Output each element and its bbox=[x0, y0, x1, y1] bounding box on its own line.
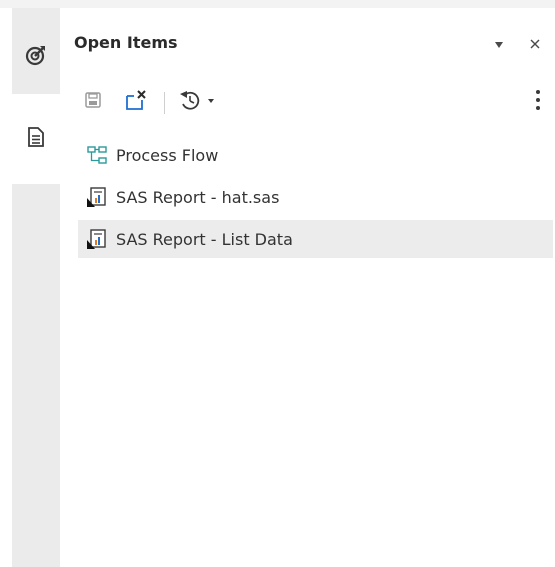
save-button[interactable] bbox=[80, 88, 106, 116]
close-icon bbox=[530, 34, 540, 53]
list-item-sas-report-hat[interactable]: SAS Report - hat.sas bbox=[78, 178, 553, 216]
close-all-button[interactable] bbox=[120, 88, 154, 116]
list-item-label: SAS Report - List Data bbox=[116, 229, 293, 249]
target-arrow-icon bbox=[24, 43, 48, 71]
history-icon bbox=[178, 89, 222, 115]
list-item-sas-report-list-data[interactable]: SAS Report - List Data bbox=[78, 220, 553, 258]
rail-tab-open-items[interactable] bbox=[12, 94, 60, 184]
panel-menu-button[interactable] bbox=[490, 34, 508, 52]
top-strip bbox=[0, 0, 555, 8]
open-items-panel: Open Items Process Flow SAS Report - hat… bbox=[60, 8, 555, 567]
toolbar-separator bbox=[164, 92, 165, 114]
panel-close-button[interactable] bbox=[526, 34, 544, 52]
history-button[interactable] bbox=[174, 88, 226, 116]
document-icon bbox=[26, 126, 46, 152]
close-window-icon bbox=[124, 89, 150, 115]
triangle-down-icon bbox=[494, 34, 504, 53]
list-item-label: SAS Report - hat.sas bbox=[116, 187, 280, 207]
more-options-button[interactable] bbox=[528, 88, 548, 116]
vertical-ellipsis-icon bbox=[535, 89, 541, 115]
open-items-list: Process Flow SAS Report - hat.sas SAS Re… bbox=[78, 136, 553, 262]
list-item-label: Process Flow bbox=[116, 145, 219, 165]
sas-report-icon bbox=[86, 228, 108, 250]
rail-tab-tasks[interactable] bbox=[12, 22, 60, 92]
process-flow-icon bbox=[86, 144, 108, 166]
panel-title: Open Items bbox=[74, 33, 178, 52]
left-rail bbox=[12, 8, 60, 567]
list-item-process-flow[interactable]: Process Flow bbox=[78, 136, 553, 174]
save-icon bbox=[84, 91, 102, 113]
sas-report-icon bbox=[86, 186, 108, 208]
